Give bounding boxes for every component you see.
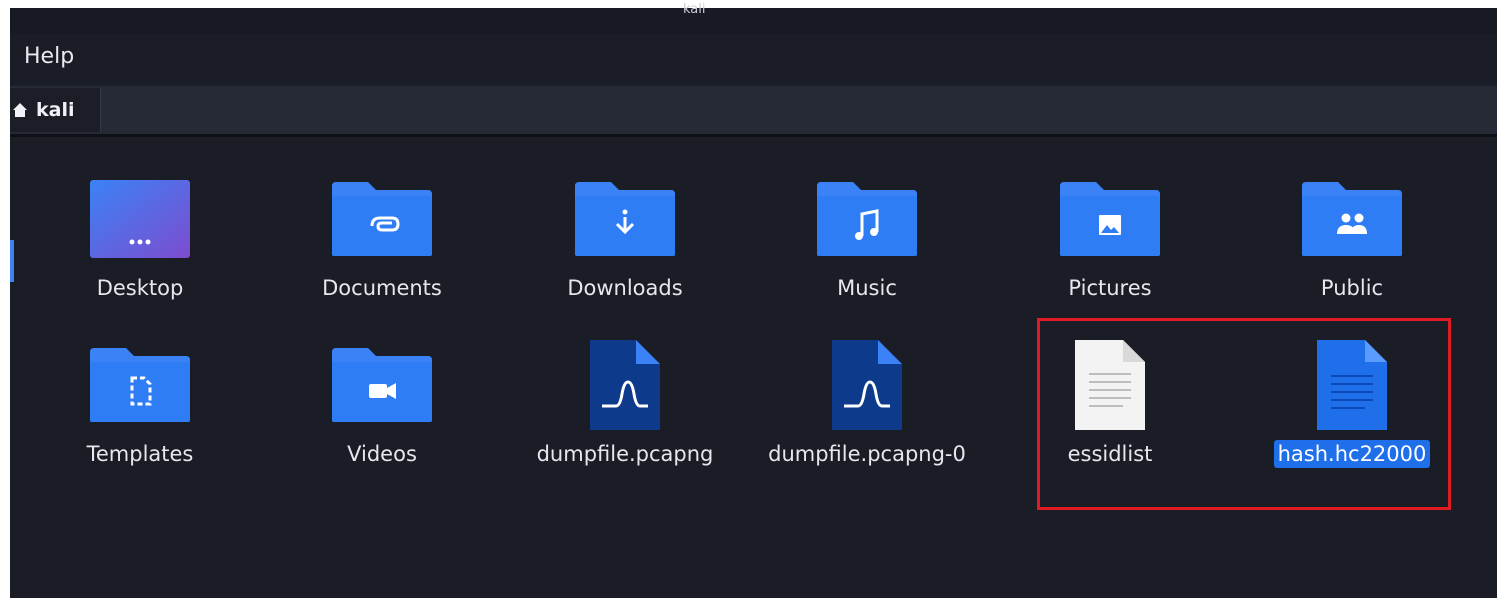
file-name: Documents [322, 276, 442, 300]
file-name: Desktop [96, 276, 184, 300]
path-label: kali [36, 99, 75, 121]
desktop-folder-icon [90, 180, 190, 258]
file-item-templates[interactable]: Templates [50, 338, 230, 488]
screen-edge-top [0, 0, 1497, 8]
templates-folder-icon [90, 348, 190, 422]
file-item-music[interactable]: Music [777, 172, 957, 322]
path-bar: kali [10, 86, 1497, 137]
pictures-folder-icon [1060, 182, 1160, 256]
file-name: Downloads [567, 276, 683, 300]
title-bar[interactable]: kali [10, 2, 1497, 34]
videos-folder-icon [332, 348, 432, 422]
pcap-file-icon [832, 340, 902, 430]
window-title: kali [683, 2, 706, 17]
menu-help[interactable]: Help [22, 42, 76, 71]
home-icon [13, 103, 27, 117]
file-item-dumpfile-pcapng-0[interactable]: dumpfile.pcapng-0 [768, 338, 966, 488]
menu-bar: Help [10, 34, 1497, 84]
public-folder-icon [1302, 182, 1402, 256]
file-item-dumpfile-pcapng[interactable]: dumpfile.pcapng [535, 338, 715, 488]
music-folder-icon [817, 182, 917, 256]
annotation-highlight-box [1037, 318, 1451, 510]
file-name: dumpfile.pcapng-0 [768, 442, 966, 466]
file-item-pictures[interactable]: Pictures [1020, 172, 1200, 322]
file-item-desktop[interactable]: Desktop [50, 172, 230, 322]
file-view[interactable]: Desktop Documents Downloads Music Pictur… [10, 140, 1497, 598]
path-button-home[interactable]: kali [10, 88, 101, 132]
file-name: Music [837, 276, 897, 300]
screen-edge-left [0, 0, 10, 598]
file-name: dumpfile.pcapng [536, 442, 714, 466]
file-item-downloads[interactable]: Downloads [535, 172, 715, 322]
file-name: Pictures [1068, 276, 1152, 300]
file-name: Templates [86, 442, 194, 466]
file-item-public[interactable]: Public [1262, 172, 1442, 322]
file-item-videos[interactable]: Videos [292, 338, 472, 488]
documents-folder-icon [332, 182, 432, 256]
downloads-folder-icon [575, 182, 675, 256]
scroll-indicator[interactable] [10, 240, 14, 282]
pcap-file-icon [590, 340, 660, 430]
file-name: Videos [347, 442, 417, 466]
file-item-documents[interactable]: Documents [292, 172, 472, 322]
file-name: Public [1320, 276, 1384, 300]
